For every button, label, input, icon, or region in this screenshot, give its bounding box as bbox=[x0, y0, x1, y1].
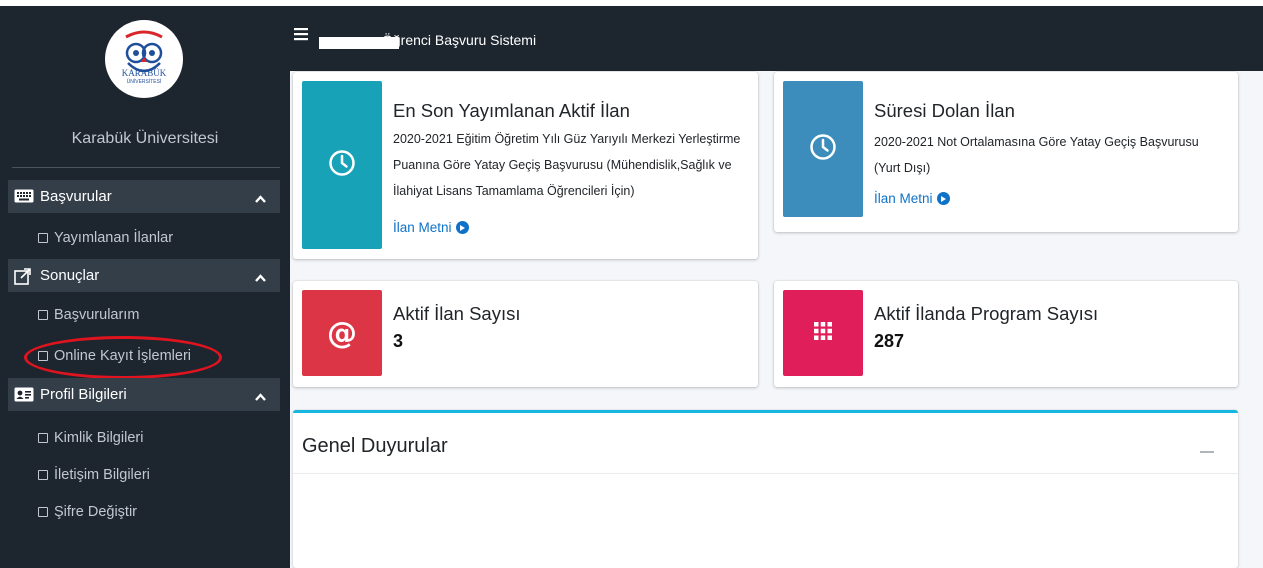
sidebar-item-label: Başvurularım bbox=[54, 307, 140, 323]
menu-basvurular-label: Başvurular bbox=[40, 188, 112, 205]
square-icon bbox=[38, 310, 48, 320]
sidebar-item-label: Şifre Değiştir bbox=[54, 504, 137, 520]
sidebar-item-iletisim-bilgileri[interactable]: İletişim Bilgileri bbox=[38, 467, 150, 483]
collapse-minus-icon[interactable] bbox=[1200, 451, 1214, 453]
link-label: İlan Metni bbox=[874, 191, 933, 206]
clock-icon bbox=[809, 133, 837, 166]
sidebar-item-kimlik-bilgileri[interactable]: Kimlik Bilgileri bbox=[38, 430, 143, 446]
university-logo[interactable]: KARABÜK ÜNİVERSİTESİ bbox=[105, 20, 183, 98]
card-text-line: (Yurt Dışı) bbox=[874, 161, 931, 175]
sidebar-divider bbox=[12, 167, 280, 168]
logo-subtext: ÜNİVERSİTESİ bbox=[126, 79, 162, 85]
at-sign-icon: @ bbox=[327, 315, 357, 351]
page-title: Öğrenci Başvuru Sistemi bbox=[382, 32, 537, 48]
arrow-circle-right-icon bbox=[455, 221, 469, 234]
square-icon bbox=[38, 507, 48, 517]
arrow-circle-right-icon bbox=[936, 192, 950, 205]
sidebar-item-label: Yayımlanan İlanlar bbox=[54, 230, 174, 246]
card-icon-box bbox=[302, 81, 382, 249]
card-text: 2020-2021 Eğitim Öğretim Yılı Güz Yarıyı… bbox=[393, 126, 753, 204]
panel-title: Genel Duyurular bbox=[302, 435, 448, 457]
card-text-line: İlahiyat Lisans Tamamlama Öğrencileri İç… bbox=[393, 184, 635, 198]
card-title: Aktif İlan Sayısı bbox=[393, 303, 521, 324]
grid-icon bbox=[814, 321, 832, 345]
sidebar-item-sifre-degistir[interactable]: Şifre Değiştir bbox=[38, 504, 137, 520]
sidebar: KARABÜK ÜNİVERSİTESİ Karabük Üniversites… bbox=[0, 0, 290, 568]
menu-sonuclar[interactable]: Sonuçlar bbox=[8, 259, 280, 292]
card-active-count: @ Aktif İlan Sayısı 3 bbox=[293, 281, 758, 387]
menu-sonuclar-label: Sonuçlar bbox=[40, 267, 100, 284]
ilan-metni-link[interactable]: İlan Metni bbox=[393, 220, 469, 235]
card-title: Aktif İlanda Program Sayısı bbox=[874, 303, 1099, 324]
sidebar-item-yayimlanan-ilanlar[interactable]: Yayımlanan İlanlar bbox=[38, 230, 173, 246]
card-text: 2020-2021 Not Ortalamasına Göre Yatay Ge… bbox=[874, 129, 1234, 181]
sidebar-item-label: Kimlik Bilgileri bbox=[54, 430, 144, 446]
card-value: 287 bbox=[874, 331, 905, 351]
logo-text: KARABÜK bbox=[121, 68, 167, 78]
keyboard-icon bbox=[14, 189, 34, 205]
menu-profil-bilgileri[interactable]: Profil Bilgileri bbox=[8, 378, 280, 411]
main-content: En Son Yayımlanan Aktif İlan 2020-2021 E… bbox=[290, 71, 1263, 568]
hamburger-menu-icon[interactable] bbox=[294, 27, 308, 46]
org-name: Karabük Üniversitesi bbox=[71, 130, 219, 147]
clock-icon bbox=[328, 149, 356, 182]
panel-divider bbox=[293, 473, 1238, 474]
card-icon-box: @ bbox=[302, 290, 382, 376]
id-card-icon bbox=[14, 387, 34, 403]
sidebar-item-basvurularim[interactable]: Başvurularım bbox=[38, 307, 139, 323]
announcements-panel: Genel Duyurular bbox=[293, 410, 1238, 568]
top-navbar: Öğrenci Başvuru Sistemi bbox=[290, 0, 1263, 71]
card-text-line: 2020-2021 Eğitim Öğretim Yılı Güz Yarıyı… bbox=[393, 132, 741, 146]
card-latest-announcement: En Son Yayımlanan Aktif İlan 2020-2021 E… bbox=[293, 72, 758, 259]
square-icon bbox=[38, 433, 48, 443]
menu-basvurular[interactable]: Başvurular bbox=[8, 180, 280, 213]
card-expired-announcement: Süresi Dolan İlan 2020-2021 Not Ortalama… bbox=[774, 72, 1238, 232]
card-title: Süresi Dolan İlan bbox=[874, 100, 1015, 121]
card-text-line: Puanına Göre Yatay Geçiş Başvurusu (Mühe… bbox=[393, 158, 732, 172]
card-icon-box bbox=[783, 290, 863, 376]
square-icon bbox=[38, 233, 48, 243]
link-label: İlan Metni bbox=[393, 220, 452, 235]
external-link-icon bbox=[14, 267, 34, 285]
ilan-metni-link[interactable]: İlan Metni bbox=[874, 191, 950, 206]
chevron-up-icon bbox=[255, 190, 266, 207]
chevron-up-icon bbox=[255, 269, 266, 286]
square-icon bbox=[38, 470, 48, 480]
card-text-line: 2020-2021 Not Ortalamasına Göre Yatay Ge… bbox=[874, 135, 1199, 149]
highlight-annotation bbox=[24, 336, 222, 379]
card-icon-box bbox=[783, 81, 863, 217]
menu-profil-bilgileri-label: Profil Bilgileri bbox=[40, 386, 127, 403]
card-program-count: Aktif İlanda Program Sayısı 287 bbox=[774, 281, 1238, 387]
chevron-up-icon bbox=[255, 388, 266, 405]
card-title: En Son Yayımlanan Aktif İlan bbox=[393, 100, 630, 121]
card-value: 3 bbox=[393, 331, 404, 351]
sidebar-item-label: İletişim Bilgileri bbox=[54, 467, 150, 483]
